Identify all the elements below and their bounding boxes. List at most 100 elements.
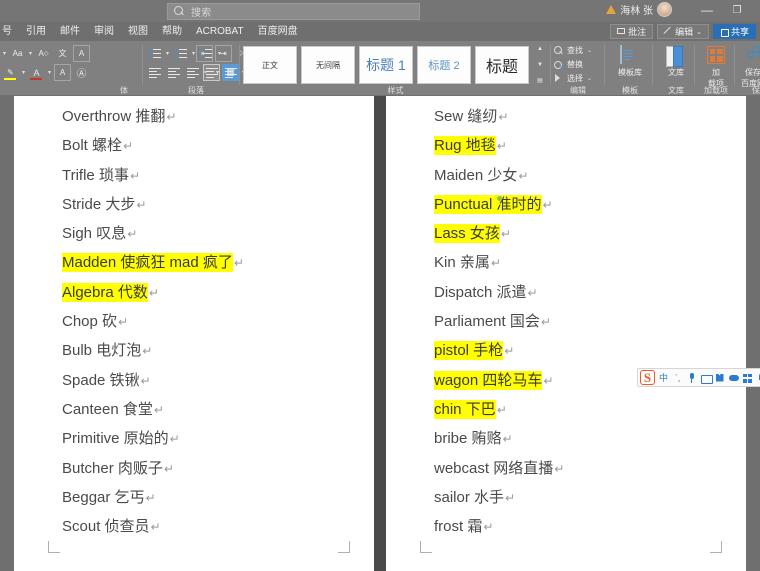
text-line[interactable]: Maiden 少女↵ [434, 161, 736, 190]
replace-button[interactable]: 替换 [554, 58, 583, 71]
ime-skin-icon[interactable] [714, 371, 725, 385]
text-line[interactable]: sailor 水手↵ [434, 483, 736, 512]
text-line[interactable]: Primitive 原始的↵ [62, 424, 364, 453]
text-line[interactable]: Punctual 准时的↵ [434, 190, 736, 219]
ime-capsule-icon[interactable] [728, 371, 739, 385]
font-color-caret[interactable]: ▾ [47, 69, 52, 76]
text-line[interactable]: Sigh 叹息↵ [62, 219, 364, 248]
text-line[interactable]: Parliament 国会↵ [434, 307, 736, 336]
gallery-scroll-up-icon[interactable]: ▲ [537, 46, 543, 52]
text-line[interactable]: frost 霜↵ [434, 512, 736, 541]
text-line[interactable]: Chop 砍↵ [62, 307, 364, 336]
numbering-button[interactable] [172, 45, 189, 62]
restore-button[interactable]: ❐ [726, 2, 748, 19]
text-line[interactable]: Dispatch 派遣↵ [434, 278, 736, 307]
text-line[interactable]: Stride 大步↵ [62, 190, 364, 219]
ime-soft-keyboard-icon[interactable] [700, 371, 711, 385]
highlight-color-caret[interactable]: ▾ [21, 69, 26, 76]
shading-caret[interactable]: ▾ [215, 69, 220, 76]
text-line[interactable]: Madden 使疯狂 mad 疯了↵ [62, 248, 364, 277]
text-line[interactable]: pistol 手枪↵ [434, 336, 736, 365]
menu-item-0[interactable]: 号 [0, 22, 19, 41]
text-line[interactable]: chin 下巴↵ [434, 395, 736, 424]
menu-item-help[interactable]: 帮助 [155, 22, 189, 41]
text-line[interactable]: Bulb 电灯泡↵ [62, 336, 364, 365]
template-library-button[interactable]: 模板库 [610, 44, 650, 88]
find-button[interactable]: 查找 ⌄ [554, 44, 593, 57]
page-right-text-lines[interactable]: Sew 缝纫↵Rug 地毯↵Maiden 少女↵Punctual 准时的↵Las… [434, 102, 736, 541]
save-to-netdisk-button[interactable]: 保存到 百度网盘 [737, 44, 760, 88]
text-line[interactable]: Kin 亲属↵ [434, 248, 736, 277]
menu-item-baidu-netdisk[interactable]: 百度网盘 [251, 22, 305, 41]
library-button[interactable]: 文库 [656, 44, 696, 88]
menu-item-mailings[interactable]: 邮件 [53, 22, 87, 41]
menu-item-references[interactable]: 引用 [19, 22, 53, 41]
text-line[interactable]: Trifle 琐事↵ [62, 161, 364, 190]
ime-pin-icon[interactable] [756, 371, 760, 385]
ime-toolbox-icon[interactable] [742, 371, 753, 385]
document-page-right[interactable]: Sew 缝纫↵Rug 地毯↵Maiden 少女↵Punctual 准时的↵Las… [386, 96, 746, 571]
page-left-text-lines[interactable]: Overthrow 推翻↵Bolt 螺栓↵Trifle 琐事↵Stride 大步… [62, 102, 364, 541]
font-size-decrease-caret[interactable]: ▾ [2, 50, 7, 57]
bullets-caret[interactable]: ▾ [165, 50, 170, 57]
borders-button[interactable]: ▦ [222, 64, 239, 81]
select-button[interactable]: 选择 ⌄ [554, 72, 593, 85]
text-line[interactable]: Spade 铁锹↵ [62, 366, 364, 395]
align-center-button[interactable] [165, 64, 182, 81]
text-line[interactable]: Sew 缝纫↵ [434, 102, 736, 131]
text-line[interactable]: Lass 女孩↵ [434, 219, 736, 248]
change-case-caret[interactable]: ▾ [28, 50, 33, 57]
search-box[interactable]: 搜索 [167, 3, 420, 20]
text-line[interactable]: Beggar 乞丐↵ [62, 483, 364, 512]
text-line[interactable]: Scout 侦查员↵ [62, 512, 364, 541]
style-heading1[interactable]: 标题 1 [359, 46, 413, 84]
text-line[interactable]: Bolt 螺栓↵ [62, 131, 364, 160]
align-left-button[interactable] [146, 64, 163, 81]
style-normal[interactable]: 正文 [243, 46, 297, 84]
find-caret-icon[interactable]: ⌄ [586, 47, 593, 54]
style-title[interactable]: 标题 [475, 46, 529, 84]
ime-voice-input-icon[interactable] [686, 371, 697, 385]
gallery-scroll-down-icon[interactable]: ▼ [537, 62, 543, 68]
minimize-button[interactable]: — [696, 2, 718, 19]
select-caret-icon[interactable]: ⌄ [586, 75, 593, 82]
document-canvas[interactable]: Overthrow 推翻↵Bolt 螺栓↵Trifle 琐事↵Stride 大步… [0, 96, 760, 571]
share-button[interactable]: 共享 [713, 24, 756, 39]
character-shading-button[interactable]: A [54, 64, 71, 81]
sogou-logo-icon[interactable]: S [640, 370, 655, 385]
text-highlight-color-button[interactable]: ✎ [2, 64, 19, 81]
character-border-button[interactable]: A [73, 45, 90, 62]
gallery-more-icon[interactable]: ▤ [537, 78, 543, 84]
styles-gallery-scrollbar[interactable]: ▲ ▼ ▤ [535, 46, 545, 84]
text-line[interactable]: Canteen 食堂↵ [62, 395, 364, 424]
text-line[interactable]: bribe 贿赂↵ [434, 424, 736, 453]
clear-formatting-button[interactable]: A◇ [35, 45, 52, 62]
increase-indent-button[interactable]: ⇥ [215, 45, 232, 62]
document-page-left[interactable]: Overthrow 推翻↵Bolt 螺栓↵Trifle 琐事↵Stride 大步… [14, 96, 374, 571]
text-line[interactable]: Rug 地毯↵ [434, 131, 736, 160]
account-area[interactable]: 海林 张 [606, 2, 672, 17]
editing-mode-button[interactable]: 编辑 ⌄ [657, 24, 709, 39]
ime-input-mode-button[interactable]: 中 [658, 371, 669, 385]
change-case-button[interactable]: Aa [9, 45, 26, 62]
text-line[interactable]: webcast 网络直播↵ [434, 454, 736, 483]
sogou-ime-toolbar[interactable]: S 中 ˋ, [637, 368, 760, 387]
text-line[interactable]: Overthrow 推翻↵ [62, 102, 364, 131]
text-line[interactable]: Algebra 代数↵ [62, 278, 364, 307]
bullets-button[interactable] [146, 45, 163, 62]
style-no-spacing[interactable]: 无间隔 [301, 46, 355, 84]
enclose-characters-button[interactable]: Ⓐ [73, 64, 90, 81]
phonetic-guide-button[interactable]: 文 [54, 45, 71, 62]
ribbon-group-font: ▾ Aa ▾ A◇ 文 A ✎ ▾ A ▾ A Ⓐ 体 [0, 41, 140, 96]
text-line[interactable]: Butcher 肉贩子↵ [62, 454, 364, 483]
menu-item-view[interactable]: 视图 [121, 22, 155, 41]
style-heading2[interactable]: 标题 2 [417, 46, 471, 84]
font-color-button[interactable]: A [28, 64, 45, 81]
comments-button[interactable]: 批注 [610, 24, 653, 39]
menu-item-acrobat[interactable]: ACROBAT [189, 22, 251, 41]
avatar[interactable] [657, 2, 672, 17]
ime-punctuation-button[interactable]: ˋ, [672, 371, 683, 385]
decrease-indent-button[interactable]: ⇤ [196, 45, 213, 62]
menu-item-review[interactable]: 审阅 [87, 22, 121, 41]
shading-button[interactable]: ◔ [196, 64, 213, 81]
